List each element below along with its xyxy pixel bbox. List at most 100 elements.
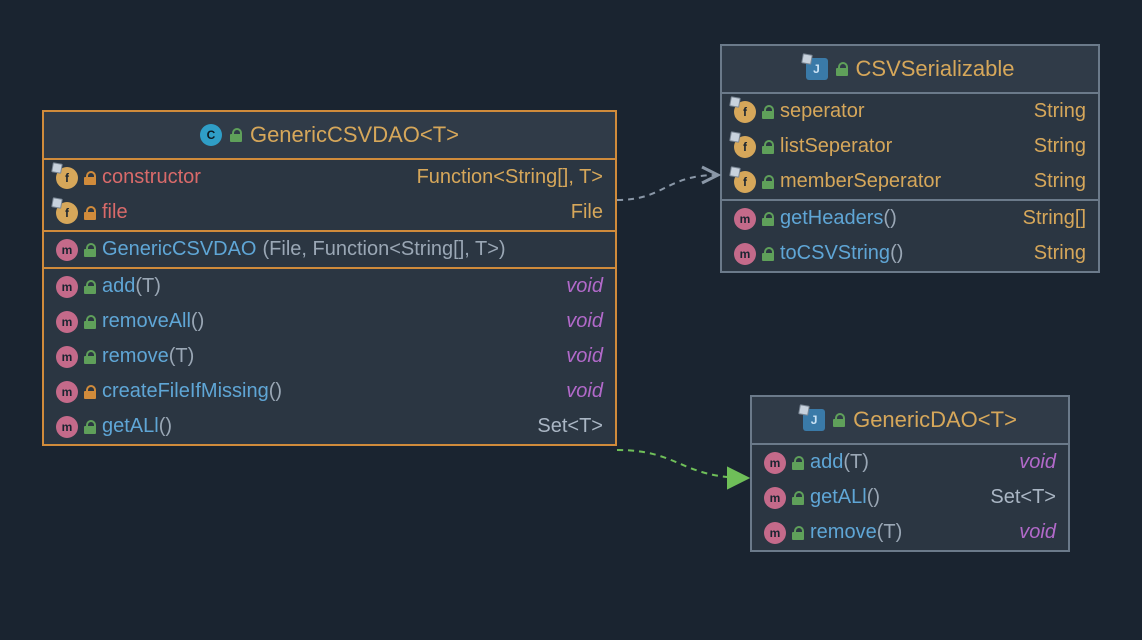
method-params: () — [883, 207, 896, 229]
method-params: () — [191, 310, 204, 332]
lock-icon — [792, 526, 804, 540]
class-title: CSVSerializable — [856, 56, 1015, 82]
method-name: getHeaders — [780, 207, 883, 229]
method-row: m getALl() Set<T> — [44, 409, 615, 444]
lock-icon — [762, 140, 774, 154]
method-return: String — [1034, 242, 1086, 265]
method-name: getALl — [102, 415, 159, 437]
lock-icon — [833, 413, 845, 427]
field-name: file — [102, 201, 128, 224]
method-row: m remove(T) void — [44, 339, 615, 374]
method-name: createFileIfMissing — [102, 380, 269, 402]
interface-csv-serializable: J CSVSerializable f seperator String f l… — [720, 44, 1100, 273]
method-return: void — [566, 345, 603, 368]
class-title: GenericCSVDAO<T> — [250, 122, 459, 148]
method-params: () — [269, 380, 282, 402]
lock-icon — [230, 128, 242, 142]
field-type: Function<String[], T> — [417, 166, 603, 189]
field-type: String — [1034, 100, 1086, 123]
interface-icon: J — [806, 58, 828, 80]
method-params: (T) — [843, 451, 869, 473]
interface-icon: J — [803, 409, 825, 431]
method-params: () — [867, 486, 880, 508]
method-row: m removeAll() void — [44, 304, 615, 339]
field-row: f listSeperator String — [722, 129, 1098, 164]
lock-icon — [762, 212, 774, 226]
method-row: m createFileIfMissing() void — [44, 374, 615, 409]
lock-icon — [84, 171, 96, 185]
field-row: f file File — [44, 195, 615, 230]
method-name: toCSVString — [780, 242, 890, 264]
implements-arrow — [617, 450, 748, 478]
field-type: String — [1034, 170, 1086, 193]
lock-icon — [762, 175, 774, 189]
method-params: () — [159, 415, 172, 437]
method-row: m add(T) void — [752, 445, 1068, 480]
field-icon: f — [734, 171, 756, 193]
lock-icon — [84, 385, 96, 399]
lock-icon — [84, 243, 96, 257]
method-return: void — [1019, 521, 1056, 544]
method-icon: m — [56, 346, 78, 368]
method-row: m remove(T) void — [752, 515, 1068, 550]
field-name: listSeperator — [780, 135, 892, 158]
class-title: GenericDAO<T> — [853, 407, 1017, 433]
class-generic-csv-dao: C GenericCSVDAO<T> f constructor Functio… — [42, 110, 617, 446]
method-icon: m — [764, 487, 786, 509]
method-name: remove — [810, 521, 877, 543]
constructor-row: m GenericCSVDAO (File, Function<String[]… — [44, 232, 615, 267]
lock-icon — [84, 420, 96, 434]
method-return: void — [566, 380, 603, 403]
field-type: String — [1034, 135, 1086, 158]
method-name: add — [810, 451, 843, 473]
method-icon: m — [56, 381, 78, 403]
lock-icon — [84, 315, 96, 329]
method-icon: m — [764, 452, 786, 474]
method-return: void — [1019, 451, 1056, 474]
class-header: C GenericCSVDAO<T> — [44, 112, 615, 160]
field-row: f memberSeperator String — [722, 164, 1098, 199]
method-icon: m — [56, 276, 78, 298]
class-header: J CSVSerializable — [722, 46, 1098, 94]
method-params: (T) — [877, 521, 903, 543]
method-return: Set<T> — [990, 486, 1056, 509]
constructor-params: (File, Function<String[], T>) — [263, 238, 506, 261]
field-name: constructor — [102, 166, 201, 189]
method-name: remove — [102, 345, 169, 367]
method-row: m getALl() Set<T> — [752, 480, 1068, 515]
method-params: (T) — [135, 275, 161, 297]
method-return: Set<T> — [537, 415, 603, 438]
class-icon: C — [200, 124, 222, 146]
method-row: m toCSVString() String — [722, 236, 1098, 271]
dependency-arrow — [617, 175, 718, 200]
field-icon: f — [56, 167, 78, 189]
method-row: m getHeaders() String[] — [722, 201, 1098, 236]
field-row: f constructor Function<String[], T> — [44, 160, 615, 195]
lock-icon — [84, 350, 96, 364]
interface-generic-dao: J GenericDAO<T> m add(T) void m getALl()… — [750, 395, 1070, 552]
method-row: m add(T) void — [44, 269, 615, 304]
field-row: f seperator String — [722, 94, 1098, 129]
field-name: seperator — [780, 100, 865, 123]
method-return: String[] — [1023, 207, 1086, 230]
lock-icon — [762, 105, 774, 119]
method-params: (T) — [169, 345, 195, 367]
method-icon: m — [56, 239, 78, 261]
lock-icon — [792, 456, 804, 470]
method-icon: m — [56, 416, 78, 438]
method-icon: m — [56, 311, 78, 333]
field-icon: f — [734, 101, 756, 123]
lock-icon — [762, 247, 774, 261]
field-icon: f — [56, 202, 78, 224]
method-name: removeAll — [102, 310, 191, 332]
method-icon: m — [764, 522, 786, 544]
method-icon: m — [734, 208, 756, 230]
method-return: void — [566, 310, 603, 333]
method-params: () — [890, 242, 903, 264]
lock-icon — [84, 280, 96, 294]
field-type: File — [571, 201, 603, 224]
field-name: memberSeperator — [780, 170, 941, 193]
method-return: void — [566, 275, 603, 298]
method-name: add — [102, 275, 135, 297]
class-header: J GenericDAO<T> — [752, 397, 1068, 445]
